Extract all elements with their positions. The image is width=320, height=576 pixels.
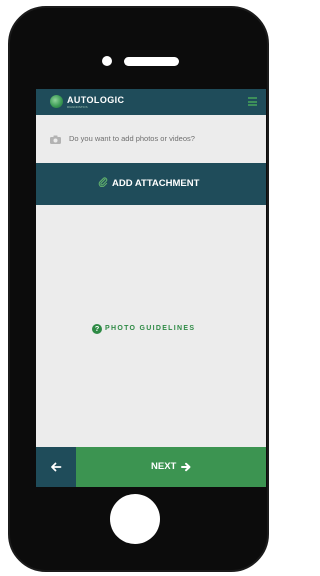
add-attachment-label: ADD ATTACHMENT [112,178,200,189]
app-header: AUTOLOGIC DIAGNOSTICS [36,89,266,115]
next-label: NEXT [151,461,177,472]
photo-guidelines-link[interactable]: ? PHOTO GUIDELINES [92,320,196,334]
autologic-logo-icon [50,95,63,108]
arrow-right-icon [181,462,191,472]
home-button[interactable] [110,494,160,544]
attachment-prompt: Do you want to add photos or videos? [36,115,266,163]
earpiece-speaker [124,57,179,66]
prompt-question: Do you want to add photos or videos? [69,134,195,143]
photo-guidelines-label: PHOTO GUIDELINES [105,325,196,333]
attachment-content-area: ? PHOTO GUIDELINES [36,205,266,447]
paperclip-icon [98,177,108,188]
add-attachment-button[interactable]: ADD ATTACHMENT [36,163,266,205]
brand-subtitle: DIAGNOSTICS [67,105,88,109]
front-camera [102,56,112,66]
arrow-left-icon [51,462,62,472]
footer-nav: NEXT [36,447,266,487]
phone-frame: AUTOLOGIC DIAGNOSTICS Do you want to add… [8,6,269,572]
next-button[interactable]: NEXT [76,447,266,487]
hamburger-menu-icon[interactable] [248,97,257,106]
brand-name: AUTOLOGIC [67,95,125,105]
app-screen: AUTOLOGIC DIAGNOSTICS Do you want to add… [36,89,266,487]
back-button[interactable] [36,447,76,487]
help-icon: ? [92,323,102,334]
camera-icon [50,135,61,144]
